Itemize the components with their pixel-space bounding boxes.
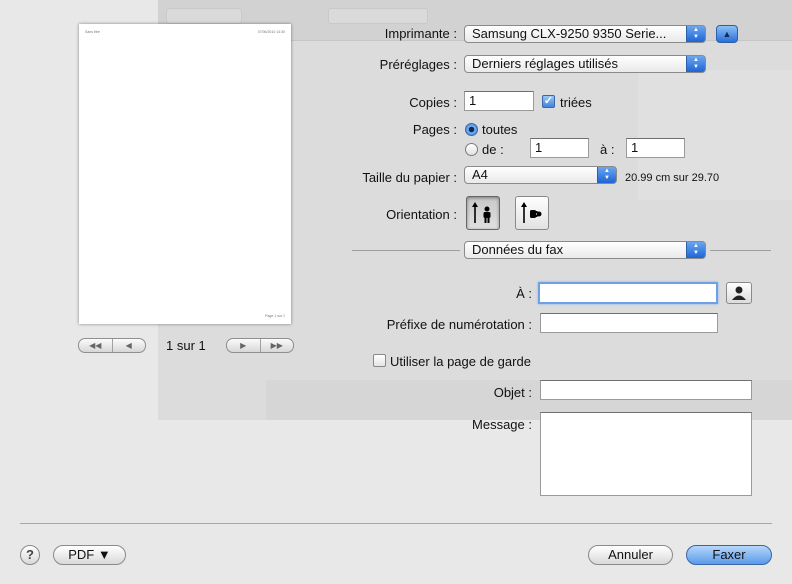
person-icon bbox=[732, 286, 746, 300]
message-label: Message : bbox=[472, 417, 532, 432]
portrait-icon bbox=[472, 202, 491, 223]
previous-page-icon[interactable]: ◀ bbox=[111, 339, 146, 352]
portrait-button[interactable] bbox=[466, 196, 500, 230]
separator-left bbox=[352, 250, 460, 251]
orientation-label: Orientation : bbox=[386, 207, 457, 222]
ghost-control bbox=[328, 8, 428, 24]
subject-field[interactable] bbox=[540, 380, 752, 400]
preview-nav-back-group: ◀◀ ◀ bbox=[78, 338, 146, 353]
paper-size-value: A4 bbox=[472, 167, 488, 182]
help-button[interactable]: ? bbox=[20, 545, 40, 565]
popup-arrows-icon: ▲ ▼ bbox=[686, 242, 705, 258]
preview-nav-forward-group: ▶ ▶▶ bbox=[226, 338, 294, 353]
paper-size-popup[interactable]: A4 ▲ ▼ bbox=[464, 166, 617, 184]
message-field[interactable] bbox=[540, 412, 752, 496]
paper-dimensions: 20.99 cm sur 29.70 bbox=[625, 172, 720, 184]
copies-field[interactable]: 1 bbox=[464, 91, 534, 111]
separator-right bbox=[710, 250, 771, 251]
pages-to-label: à : bbox=[600, 142, 615, 157]
landscape-icon bbox=[521, 202, 542, 223]
presets-value: Derniers réglages utilisés bbox=[472, 56, 618, 71]
cover-page-label: Utiliser la page de garde bbox=[390, 354, 531, 369]
dial-prefix-field[interactable] bbox=[540, 313, 718, 333]
collated-checkbox[interactable]: ✓ bbox=[542, 95, 555, 108]
printer-popup[interactable]: Samsung CLX-9250 9350 Serie... ▲ ▼ bbox=[464, 25, 706, 43]
paper-size-label: Taille du papier : bbox=[362, 170, 457, 185]
popup-arrows-icon: ▲ ▼ bbox=[686, 56, 705, 72]
printer-value: Samsung CLX-9250 9350 Serie... bbox=[472, 26, 667, 41]
cancel-button[interactable]: Annuler bbox=[588, 545, 673, 565]
copies-label: Copies : bbox=[409, 95, 457, 110]
next-page-icon[interactable]: ▶ bbox=[227, 339, 260, 352]
collated-label: triées bbox=[560, 95, 592, 110]
last-page-icon[interactable]: ▶▶ bbox=[259, 339, 294, 352]
pages-from-label: de : bbox=[482, 142, 504, 157]
section-popup-value: Données du fax bbox=[472, 242, 564, 257]
landscape-button[interactable] bbox=[515, 196, 549, 230]
preview-header-right: 07/06/2010 14:30 bbox=[257, 30, 285, 34]
fax-to-field[interactable] bbox=[538, 282, 718, 304]
collapse-details-button[interactable]: ▲ bbox=[716, 25, 738, 43]
pages-all-radio[interactable] bbox=[465, 123, 478, 136]
section-popup[interactable]: Données du fax ▲ ▼ bbox=[464, 241, 706, 259]
preview-header-left: Sans titre bbox=[85, 30, 100, 34]
page-preview: Sans titre 07/06/2010 14:30 Page 1 sur 1 bbox=[79, 24, 291, 324]
first-page-icon[interactable]: ◀◀ bbox=[79, 339, 112, 352]
pages-range-radio[interactable] bbox=[465, 143, 478, 156]
cover-page-checkbox[interactable] bbox=[373, 354, 386, 367]
popup-arrows-icon: ▲ ▼ bbox=[597, 167, 616, 183]
pages-all-label: toutes bbox=[482, 122, 518, 137]
presets-label: Préréglages : bbox=[379, 57, 457, 72]
page-indicator: 1 sur 1 bbox=[166, 338, 206, 353]
popup-arrows-icon: ▲ ▼ bbox=[686, 26, 705, 42]
subject-label: Objet : bbox=[493, 385, 532, 400]
fax-to-label: À : bbox=[516, 286, 532, 301]
preview-footer: Page 1 sur 1 bbox=[265, 314, 285, 318]
printer-label: Imprimante : bbox=[384, 26, 457, 41]
footer-separator bbox=[20, 523, 772, 524]
fax-send-button[interactable]: Faxer bbox=[686, 545, 772, 565]
address-book-button[interactable] bbox=[726, 282, 752, 304]
dial-prefix-label: Préfixe de numérotation : bbox=[386, 317, 532, 332]
pdf-menu-button[interactable]: PDF ▼ bbox=[53, 545, 126, 565]
pages-to-field[interactable]: 1 bbox=[626, 138, 685, 158]
pages-label: Pages : bbox=[412, 122, 457, 137]
presets-popup[interactable]: Derniers réglages utilisés ▲ ▼ bbox=[464, 55, 706, 73]
pages-from-field[interactable]: 1 bbox=[530, 138, 589, 158]
ghost-control bbox=[166, 8, 242, 24]
